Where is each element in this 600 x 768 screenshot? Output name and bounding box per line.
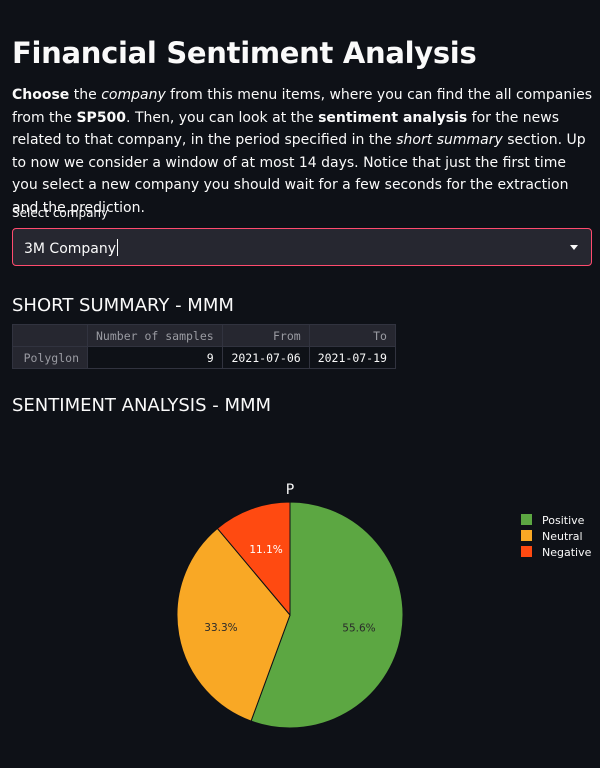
pie-label-positive: 55.6% — [342, 622, 375, 634]
pie-label-neutral: 33.3% — [204, 622, 237, 634]
legend-label-negative[interactable]: Negative — [542, 546, 592, 559]
sentiment-pie-chart: P 55.6% 33.3% 11.1% Positive Neutral Negative — [176, 482, 592, 729]
legend-label-neutral[interactable]: Neutral — [542, 530, 583, 543]
legend-swatch-neutral[interactable] — [521, 530, 532, 541]
legend-label-positive[interactable]: Positive — [542, 514, 585, 527]
legend-swatch-positive[interactable] — [521, 514, 532, 525]
legend-swatch-negative[interactable] — [521, 546, 532, 557]
pie-label-negative: 11.1% — [249, 544, 282, 556]
pie-title: P — [286, 482, 294, 498]
